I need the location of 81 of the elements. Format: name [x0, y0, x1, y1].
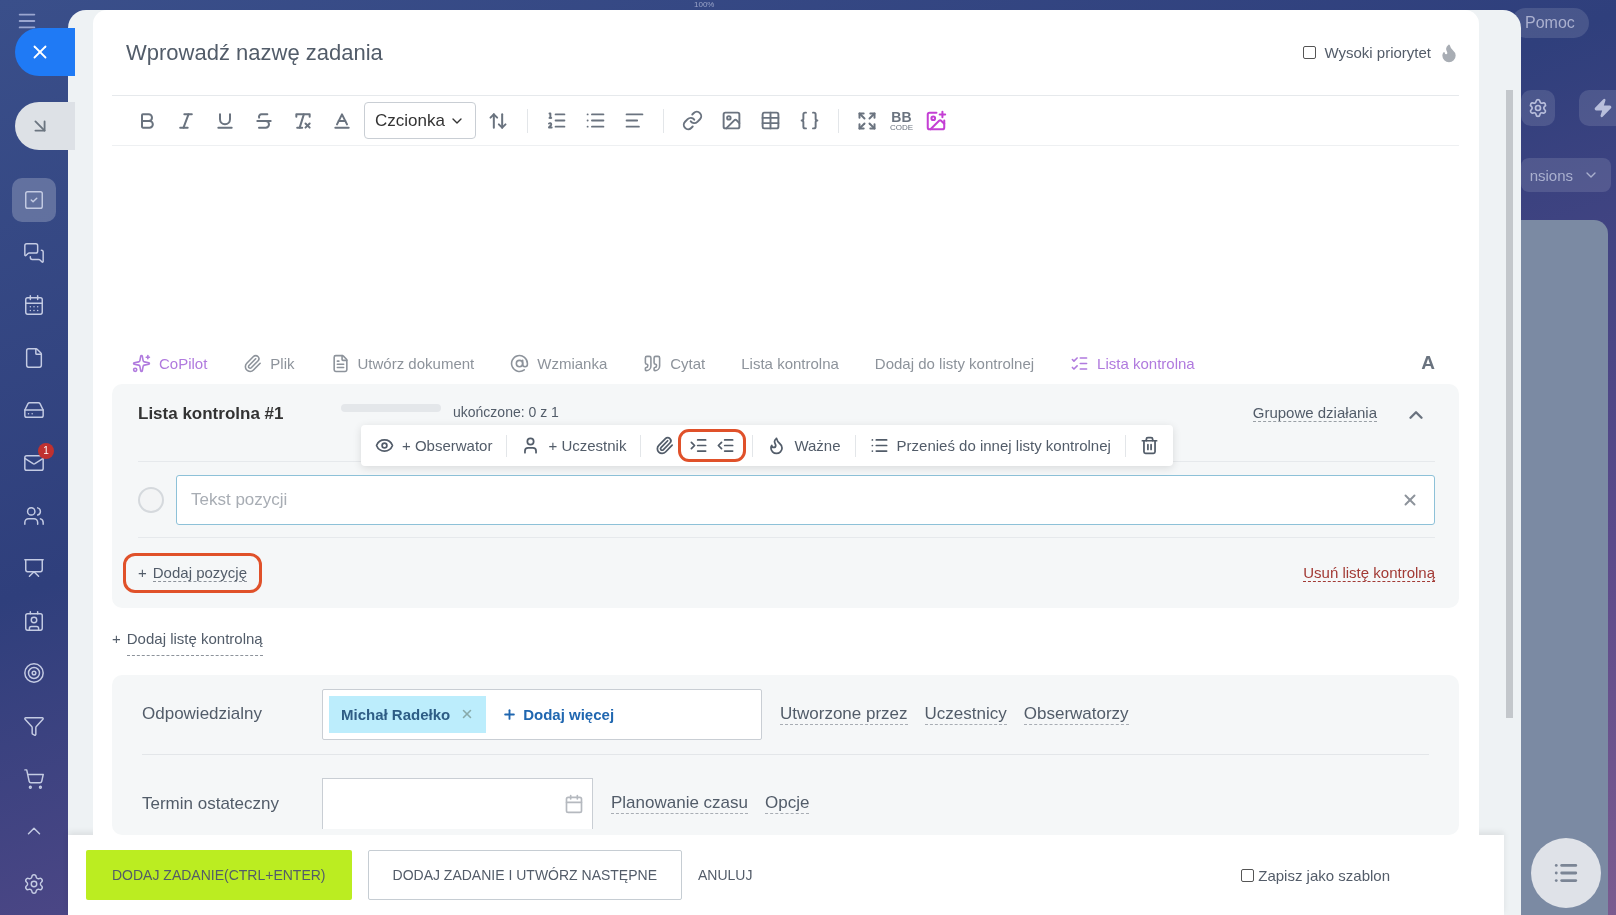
role-link[interactable]: Utworzone przez	[780, 704, 908, 725]
remove-checklist-link[interactable]: Usuń listę kontrolną	[1303, 564, 1435, 583]
calendar-icon	[564, 794, 584, 815]
paperclip-icon	[655, 436, 675, 456]
calendar-icon	[23, 294, 45, 317]
filter-icon	[23, 714, 45, 737]
move-button[interactable]: Przenieś do innej listy kontrolnej	[865, 434, 1115, 458]
attachment-link[interactable]: Lista kontrolna	[1070, 353, 1195, 373]
nav-item[interactable]	[12, 178, 56, 222]
clear-format-icon	[292, 110, 313, 131]
add-task-button[interactable]: DODAJ ZADANIE(CTRL+ENTER)	[86, 850, 352, 900]
lightning-button[interactable]	[1579, 90, 1616, 126]
attachment-link[interactable]: CoPilot	[132, 353, 208, 373]
plus-icon	[502, 707, 518, 722]
image-plus-icon	[924, 109, 947, 132]
item-checkbox[interactable]	[138, 486, 164, 513]
lightning-icon	[1593, 98, 1613, 118]
cancel-button[interactable]: ANULUJ	[698, 850, 753, 900]
format-toggle[interactable]: A	[1421, 352, 1435, 375]
expand-icon	[857, 110, 878, 131]
priority-checkbox[interactable]: Wysoki priorytet	[1303, 44, 1431, 62]
checklist-title: Lista kontrolna #1	[138, 404, 285, 425]
notification-badge: 1	[38, 442, 54, 459]
trash-icon	[1139, 436, 1159, 456]
person-chip[interactable]: Michał Radełko	[329, 696, 487, 733]
attachment-link[interactable]: Wzmianka	[510, 353, 608, 373]
add-checklist-link[interactable]: + Dodaj listę kontrolną	[112, 630, 1459, 656]
underline-icon	[214, 110, 235, 131]
progress-text: ukończone: 0 z 1	[453, 404, 559, 421]
field-label: Odpowiedzialny	[142, 704, 263, 725]
scrollbar[interactable]	[1506, 90, 1513, 718]
checkbox-icon	[23, 189, 45, 211]
zoom-label: 100%	[694, 0, 715, 9]
bbcode-button[interactable]: BB CODE	[889, 109, 914, 132]
link-icon	[681, 110, 703, 132]
role-link[interactable]: Uczestnicy	[924, 704, 1007, 725]
settings-button[interactable]	[1521, 90, 1555, 126]
settings-icon	[1528, 98, 1548, 118]
add-participant-button[interactable]: + Uczestnik	[517, 434, 631, 458]
quote-icon	[643, 353, 663, 373]
attachment-link[interactable]: Dodaj do listy kontrolnej	[874, 354, 1035, 372]
font-size-icon	[488, 110, 509, 131]
strikethrough-icon	[253, 110, 274, 131]
sparkle-icon	[132, 353, 151, 373]
add-item-link[interactable]: + Dodaj pozycję	[138, 564, 247, 583]
nav-item[interactable]: 1	[12, 440, 56, 485]
text-color-icon	[331, 110, 352, 131]
important-button[interactable]: Ważne	[763, 434, 845, 458]
field-label: Termin ostateczny	[142, 794, 280, 814]
image-icon	[720, 110, 742, 132]
item-text-field[interactable]: Tekst pozycji	[176, 474, 1435, 525]
responsible-field[interactable]: Michał Radełko Dodaj więcej	[322, 689, 762, 740]
deadline-field[interactable]	[322, 778, 593, 830]
table-icon	[759, 110, 781, 132]
flame-icon	[1439, 42, 1459, 63]
attachment-link[interactable]: Lista kontrolna	[741, 354, 839, 372]
board-icon	[23, 557, 45, 580]
add-observer-button[interactable]: + Obserwator	[371, 434, 497, 458]
close-button[interactable]	[15, 28, 75, 76]
gear-icon	[23, 872, 45, 895]
option-link[interactable]: Planowanie czasu	[611, 793, 749, 815]
collapse-button[interactable]	[15, 102, 75, 150]
target-icon	[23, 662, 45, 685]
template-checkbox[interactable]: Zapisz jako szablon	[1241, 866, 1390, 884]
people-icon	[23, 504, 45, 527]
attachment-link[interactable]: Utwórz dokument	[330, 353, 475, 373]
group-actions-link[interactable]: Grupowe działania	[1252, 404, 1377, 423]
document-icon	[23, 346, 45, 369]
attachment-link[interactable]: Cytat	[643, 353, 706, 373]
paperclip-icon	[243, 353, 263, 373]
add-and-create-next-button[interactable]: DODAJ ZADANIE I UTWÓRZ NASTĘPNE	[367, 850, 682, 900]
font-select[interactable]: Czcionka	[364, 102, 476, 140]
code-icon	[798, 110, 820, 132]
role-link[interactable]: Obserwatorzy	[1023, 704, 1129, 725]
contact-card-icon	[23, 609, 45, 632]
document-icon	[330, 353, 350, 373]
add-more-link[interactable]: Dodaj więcej	[502, 706, 615, 723]
cart-icon	[23, 767, 45, 790]
option-link[interactable]: Opcje	[765, 793, 810, 815]
chat-icon	[23, 241, 45, 264]
at-sign-icon	[510, 353, 530, 373]
